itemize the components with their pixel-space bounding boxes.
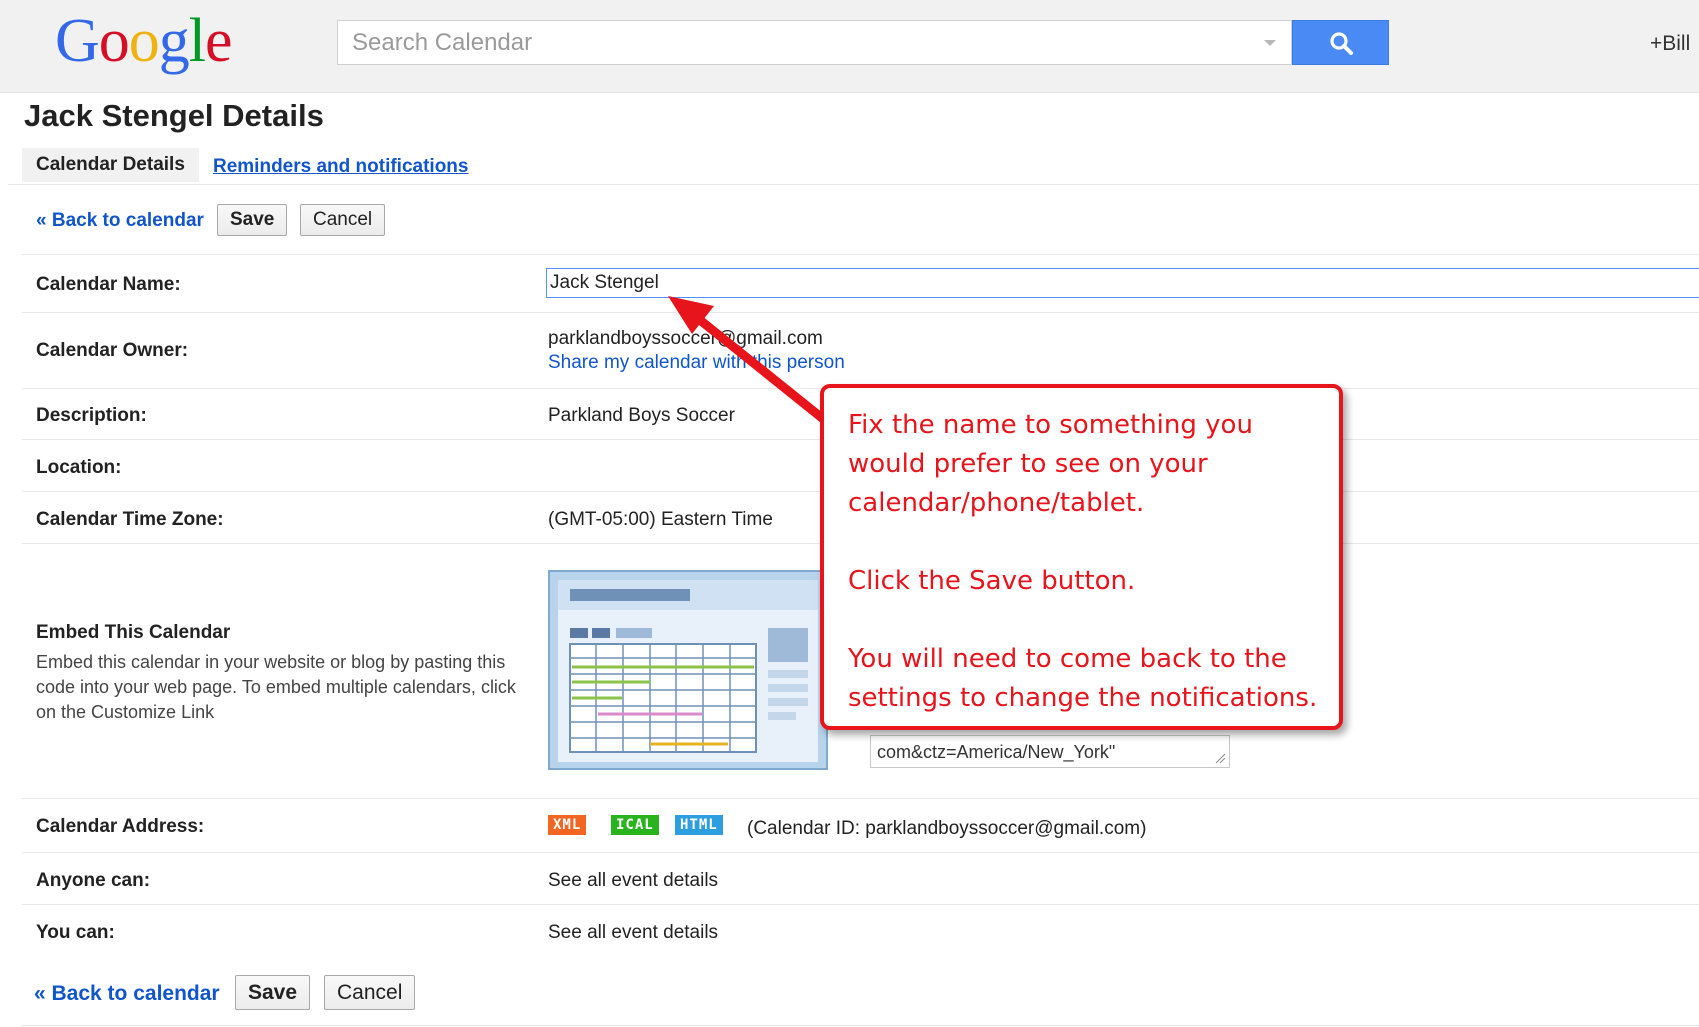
callout-line: You will need to come back to the — [848, 644, 1287, 674]
callout-line: calendar/phone/tablet. — [848, 488, 1145, 518]
callout-line: Fix the name to something you — [848, 410, 1253, 440]
callout-line: Click the Save button. — [848, 566, 1136, 596]
annotation-callout: Fix the name to something you would pref… — [820, 384, 1343, 730]
callout-line: would prefer to see on your — [848, 449, 1208, 479]
callout-line: settings to change the notifications. — [848, 683, 1318, 713]
